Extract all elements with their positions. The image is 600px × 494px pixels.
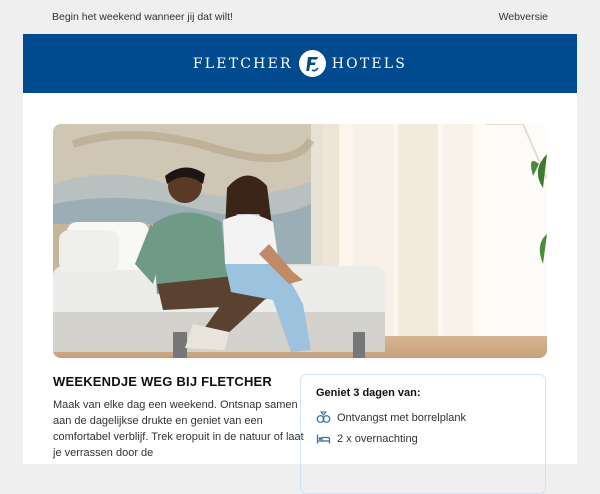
article-heading: WEEKENDJE WEG BIJ FLETCHER (53, 374, 272, 389)
bed-icon (316, 431, 331, 446)
brand-header: FLETCHER HOTELS (23, 34, 577, 93)
benefits-title: Geniet 3 dagen van: (316, 387, 421, 399)
brand-word-right: HOTELS (331, 55, 408, 72)
benefit-label: Ontvangst met borrelplank (337, 411, 467, 424)
hero-image[interactable] (53, 124, 547, 358)
brand-word-left: FLETCHER (192, 55, 293, 72)
preheader: Begin het weekend wanneer jij dat wilt! … (52, 8, 548, 26)
email-card: FLETCHER HOTELS WEEKENDJE WEG BIJ FLETCH… (23, 34, 577, 494)
article-body: Maak van elke dag een weekend. Ontsnap s… (53, 399, 304, 459)
preheader-tagline: Begin het weekend wanneer jij dat wilt! (52, 11, 233, 23)
benefit-label: 2 x overnachting (337, 432, 418, 445)
cocktail-plate-icon (316, 410, 331, 425)
benefits-box: Geniet 3 dagen van: Ontvangst met borrel… (300, 374, 546, 494)
brand-logo-icon[interactable] (298, 50, 326, 77)
article-section: WEEKENDJE WEG BIJ FLETCHER Maak van elke… (53, 374, 313, 461)
benefit-item: 2 x overnachting (316, 428, 530, 449)
benefit-item: Ontvangst met borrelplank (316, 407, 530, 428)
web-version-link[interactable]: Webversie (499, 11, 548, 23)
